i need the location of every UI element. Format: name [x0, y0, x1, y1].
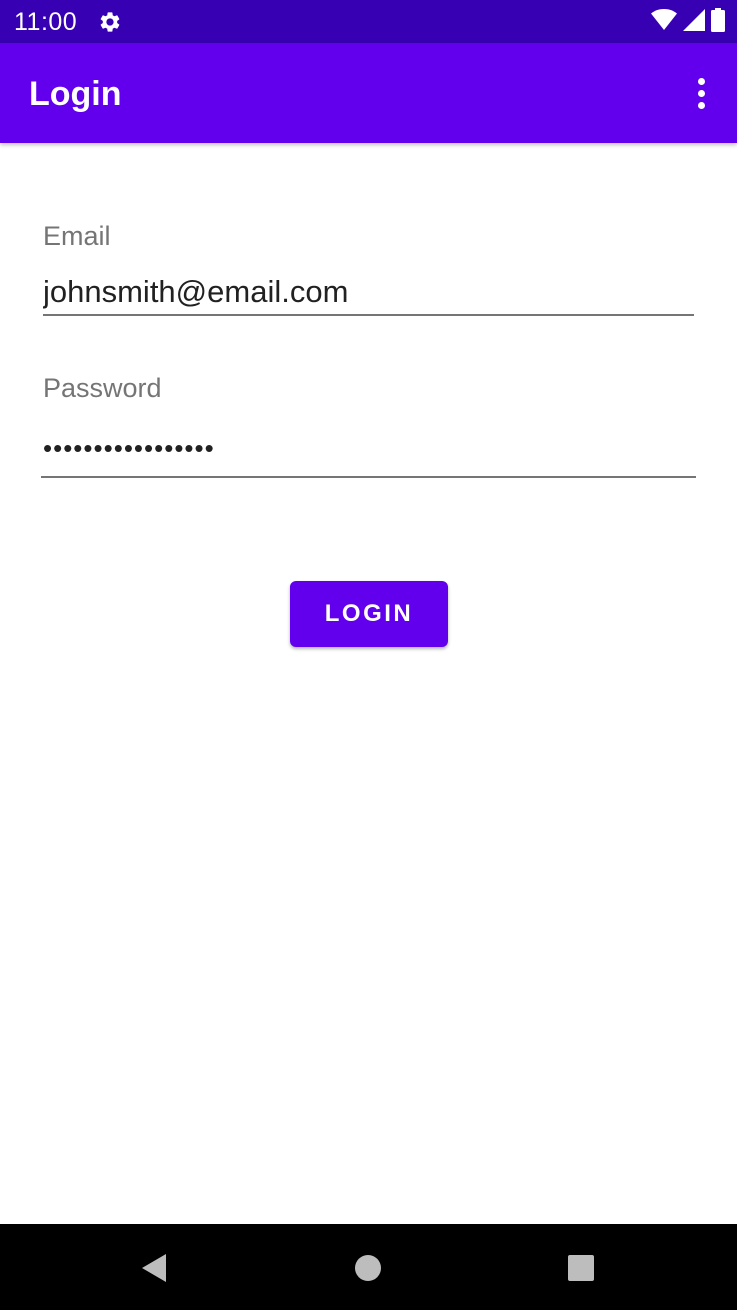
email-underline: [43, 314, 694, 316]
login-screen: 11:00 Login Email johnsmith@email.com Pa…: [0, 0, 737, 1310]
home-icon[interactable]: [350, 1250, 386, 1286]
app-bar: Login: [0, 43, 737, 143]
status-icons: [651, 7, 725, 37]
back-icon[interactable]: [136, 1250, 172, 1286]
password-underline: [41, 476, 696, 478]
battery-icon: [711, 7, 725, 37]
email-field[interactable]: [43, 272, 694, 312]
more-vert-dot: [697, 101, 705, 109]
navigation-bar: [0, 1224, 737, 1310]
status-time: 11:00: [14, 8, 78, 36]
more-vert-dot: [697, 89, 705, 97]
page-title: Login: [29, 75, 122, 113]
password-field[interactable]: •••••••••••••••••: [43, 431, 694, 465]
wifi-icon: [651, 8, 677, 36]
email-label: Email: [43, 221, 111, 251]
more-vert-icon[interactable]: [683, 71, 719, 115]
recents-icon[interactable]: [563, 1250, 599, 1286]
status-bar: 11:00: [0, 0, 737, 43]
more-vert-dot: [697, 77, 705, 85]
login-button[interactable]: LOGIN: [290, 581, 448, 647]
cellular-signal-icon: [683, 8, 705, 36]
gear-icon: [98, 10, 122, 34]
password-label: Password: [43, 373, 162, 403]
